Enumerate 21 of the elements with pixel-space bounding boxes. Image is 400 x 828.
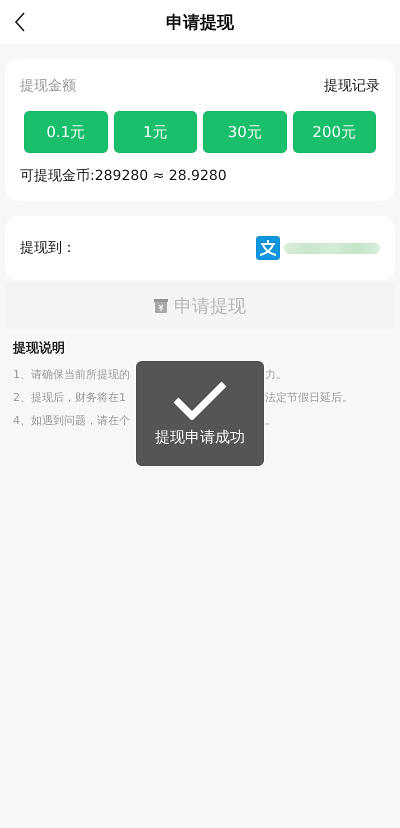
records-link[interactable]: 提现记录 [324,77,380,95]
amount-button[interactable]: 1元 [114,111,197,153]
page-title: 申请提现 [166,12,234,34]
amount-button[interactable]: 0.1元 [24,111,108,153]
amount-button[interactable]: 200元 [292,111,376,153]
back-icon[interactable] [14,12,26,32]
toast-message: 提现申请成功 [155,428,245,447]
amount-label: 提现金额 [20,77,76,95]
note-text: 1、请确保当前所提现的 [13,367,131,383]
note-text: 法定节假日延后。 [265,390,353,406]
payment-app-icon [256,236,280,260]
note-text: 4、如遇到问题，请在个 [13,413,131,429]
bin-icon [154,298,168,314]
notes-title: 提现说明 [13,340,66,357]
destination-label: 提现到： [20,239,76,257]
check-icon [172,380,228,420]
note-text: 力。 [265,367,287,383]
balance-text: 可提现金币:289280 ≈ 28.9280 [20,167,228,185]
note-text: 。 [265,413,276,429]
note-text: 2、提现后，财务将在1 [13,390,127,406]
amount-button[interactable]: 30元 [203,111,286,153]
